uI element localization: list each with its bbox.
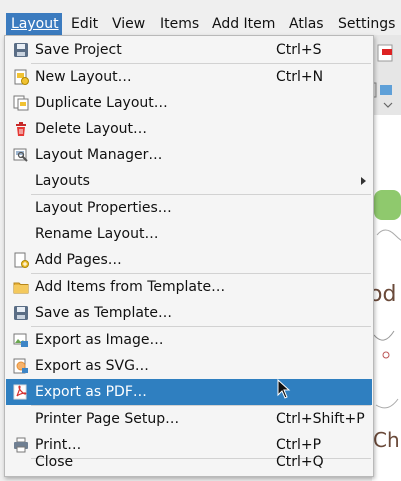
trash-icon [16, 122, 26, 136]
menu-items-label: Items [160, 16, 200, 32]
export-svg-icon [13, 358, 28, 374]
layouts-label: Layouts [35, 173, 90, 189]
menu-item-export-svg[interactable]: Export as SVG… [6, 353, 372, 379]
menu-item-duplicate-layout[interactable]: Duplicate Layout… [6, 90, 372, 116]
new-layout-label: New Layout… [35, 69, 132, 85]
menu-item-printer-page-setup[interactable]: Printer Page Setup… Ctrl+Shift+P [6, 406, 372, 432]
menu-layout[interactable]: Layout [6, 13, 62, 35]
menu-view[interactable]: View [107, 13, 150, 35]
menu-item-layout-properties[interactable]: Layout Properties… [6, 195, 372, 221]
submenu-arrow-icon [361, 177, 366, 185]
duplicate-layout-icon [13, 95, 29, 111]
menu-atlas-label: Atlas [289, 16, 324, 32]
menu-edit-label: Edit [71, 16, 99, 32]
menu-item-layout-manager[interactable]: Layout Manager… [6, 142, 372, 168]
menu-layout-label: Layout [11, 16, 59, 32]
menu-item-export-pdf[interactable]: Export as PDF… [6, 379, 372, 405]
add-items-from-template-label: Add Items from Template… [35, 279, 226, 295]
export-image-icon [13, 333, 28, 347]
menu-settings-label: Settings [338, 16, 396, 32]
menu-item-delete-layout[interactable]: Delete Layout… [6, 116, 372, 142]
mouse-cursor-icon [277, 379, 291, 399]
save-icon [14, 43, 28, 57]
menubar: Layout Edit View Items Add Item Atlas Se… [0, 0, 401, 35]
new-layout-shortcut: Ctrl+N [276, 69, 324, 85]
rename-layout-label: Rename Layout… [35, 226, 159, 242]
layout-manager-icon [13, 148, 28, 162]
layout-manager-label: Layout Manager… [35, 147, 163, 163]
menu-add-item-label: Add Item [212, 16, 276, 32]
folder-icon [13, 282, 29, 294]
menu-item-export-image[interactable]: Export as Image… [6, 327, 372, 353]
canvas-text-2: Ch [373, 428, 400, 452]
export-image-label: Export as Image… [35, 332, 164, 348]
menu-item-close[interactable]: Close Ctrl+Q [6, 449, 372, 475]
menu-item-save-as-template[interactable]: Save as Template… [6, 300, 372, 326]
delete-layout-label: Delete Layout… [35, 121, 148, 137]
close-label: Close [35, 454, 74, 470]
menu-items[interactable]: Items [155, 13, 204, 35]
map-green-area [374, 190, 401, 220]
save-as-template-label: Save as Template… [35, 305, 173, 321]
menu-view-label: View [112, 16, 146, 32]
menu-item-save-project[interactable]: Save Project Ctrl+S [6, 37, 372, 63]
export-svg-label: Export as SVG… [35, 358, 149, 374]
new-layout-icon [14, 69, 29, 85]
duplicate-layout-label: Duplicate Layout… [35, 95, 168, 111]
menu-edit[interactable]: Edit [66, 13, 103, 35]
layout-dropdown-menu: Save Project Ctrl+S New Layout… Ctrl+N D… [4, 35, 374, 477]
save-project-label: Save Project [35, 42, 122, 58]
export-pdf-label: Export as PDF… [35, 384, 147, 400]
add-pages-label: Add Pages… [35, 252, 122, 268]
menu-settings[interactable]: Settings [333, 13, 400, 35]
layout-properties-label: Layout Properties… [35, 200, 172, 216]
menu-item-add-items-from-template[interactable]: Add Items from Template… [6, 274, 372, 300]
menu-atlas[interactable]: Atlas [284, 13, 329, 35]
pdf-icon [13, 384, 27, 400]
menu-item-add-pages[interactable]: Add Pages… [6, 247, 372, 273]
menu-item-new-layout[interactable]: New Layout… Ctrl+N [6, 64, 372, 90]
menu-add-item[interactable]: Add Item [207, 13, 280, 35]
save-template-icon [14, 306, 28, 320]
printer-page-setup-label: Printer Page Setup… [35, 411, 180, 427]
save-project-shortcut: Ctrl+S [276, 42, 322, 58]
menu-item-rename-layout[interactable]: Rename Layout… [6, 221, 372, 247]
close-shortcut: Ctrl+Q [276, 454, 324, 470]
menu-item-layouts[interactable]: Layouts [6, 168, 372, 194]
add-pages-icon [14, 252, 29, 268]
printer-page-setup-shortcut: Ctrl+Shift+P [276, 411, 365, 427]
